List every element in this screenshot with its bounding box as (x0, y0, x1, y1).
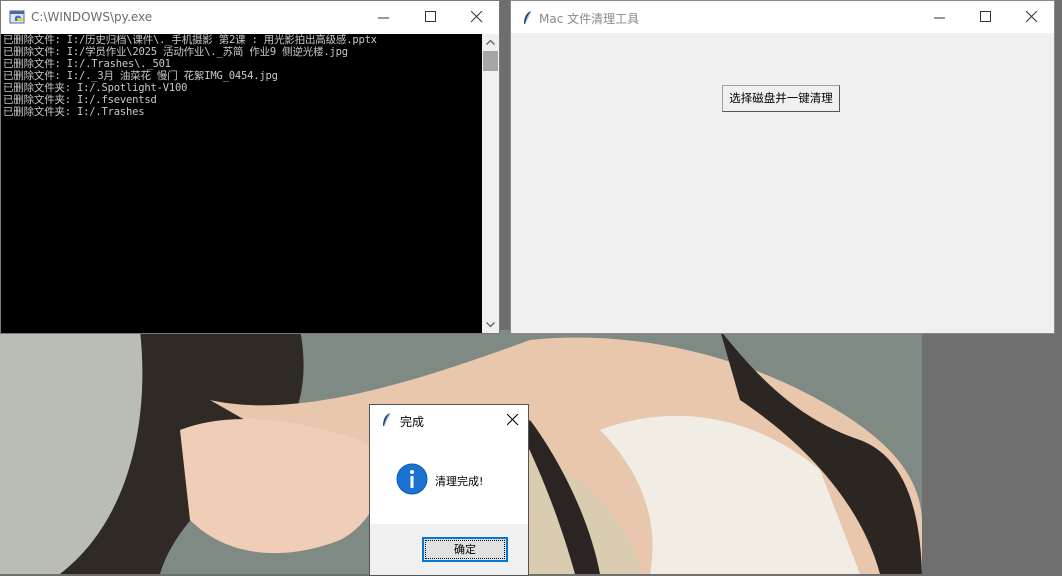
cleaner-tool-window[interactable]: Mac 文件清理工具 选择磁盘并一键清理 (510, 0, 1055, 334)
scroll-thumb[interactable] (483, 51, 498, 71)
dialog-footer: 确定 (370, 524, 528, 575)
close-icon (1026, 11, 1038, 23)
console-titlebar[interactable]: C:\WINDOWS\py.exe (1, 1, 499, 34)
maximize-icon (980, 11, 991, 22)
maximize-button[interactable] (408, 1, 454, 33)
minimize-button[interactable] (361, 1, 407, 33)
scroll-down-arrow-icon[interactable] (482, 316, 499, 333)
minimize-button[interactable] (917, 1, 963, 33)
maximize-button[interactable] (963, 1, 1009, 33)
minimize-icon (934, 17, 945, 19)
console-line: 已删除文件夹: I:/.fseventsd (3, 94, 157, 106)
console-line: 已删除文件: I:/.Trashes\._501 (3, 58, 171, 70)
minimize-icon (378, 17, 389, 19)
ok-button[interactable]: 确定 (422, 537, 508, 562)
close-icon (507, 414, 519, 426)
console-window[interactable]: C:\WINDOWS\py.exe 已删除文件: I:/历史归档\课件\._手机… (0, 0, 500, 334)
dialog-title: 完成 (400, 415, 425, 429)
info-icon (396, 463, 428, 495)
scroll-up-arrow-icon[interactable] (482, 34, 499, 51)
console-output[interactable]: 已删除文件: I:/历史归档\课件\._手机摄影 第2课 : 用光影拍出高级感.… (1, 34, 483, 333)
console-title: C:\WINDOWS\py.exe (31, 10, 153, 24)
dialog-message: 清理完成! (435, 475, 484, 488)
close-icon (471, 11, 483, 23)
close-button[interactable] (1009, 1, 1055, 33)
maximize-icon (425, 11, 436, 22)
console-line: 已删除文件夹: I:/.Spotlight-V100 (3, 82, 188, 94)
console-line: 已删除文件: I:/学员作业\2025 活动作业\._苏简 作业9 侧逆光楼.j… (3, 46, 348, 58)
console-scrollbar[interactable] (482, 34, 499, 333)
completion-dialog[interactable]: 完成 清理完成! 确定 (369, 404, 529, 576)
select-disk-clean-button[interactable]: 选择磁盘并一键清理 (722, 85, 840, 112)
close-button[interactable] (454, 1, 500, 33)
dialog-titlebar[interactable]: 完成 (370, 405, 528, 435)
console-line: 已删除文件夹: I:/.Trashes (3, 106, 145, 118)
cleaner-body: 选择磁盘并一键清理 (511, 34, 1054, 333)
cleaner-title: Mac 文件清理工具 (539, 12, 640, 26)
console-line: 已删除文件: I:/历史归档\课件\._手机摄影 第2课 : 用光影拍出高级感.… (3, 34, 377, 46)
feather-icon (519, 9, 537, 27)
console-line: 已删除文件: I:/._3月 油菜花 慢门 花絮IMG_0454.jpg (3, 70, 278, 82)
feather-icon (378, 411, 396, 429)
dialog-close-button[interactable] (498, 405, 528, 435)
cleaner-titlebar[interactable]: Mac 文件清理工具 (511, 1, 1054, 33)
python-console-icon (9, 9, 27, 27)
